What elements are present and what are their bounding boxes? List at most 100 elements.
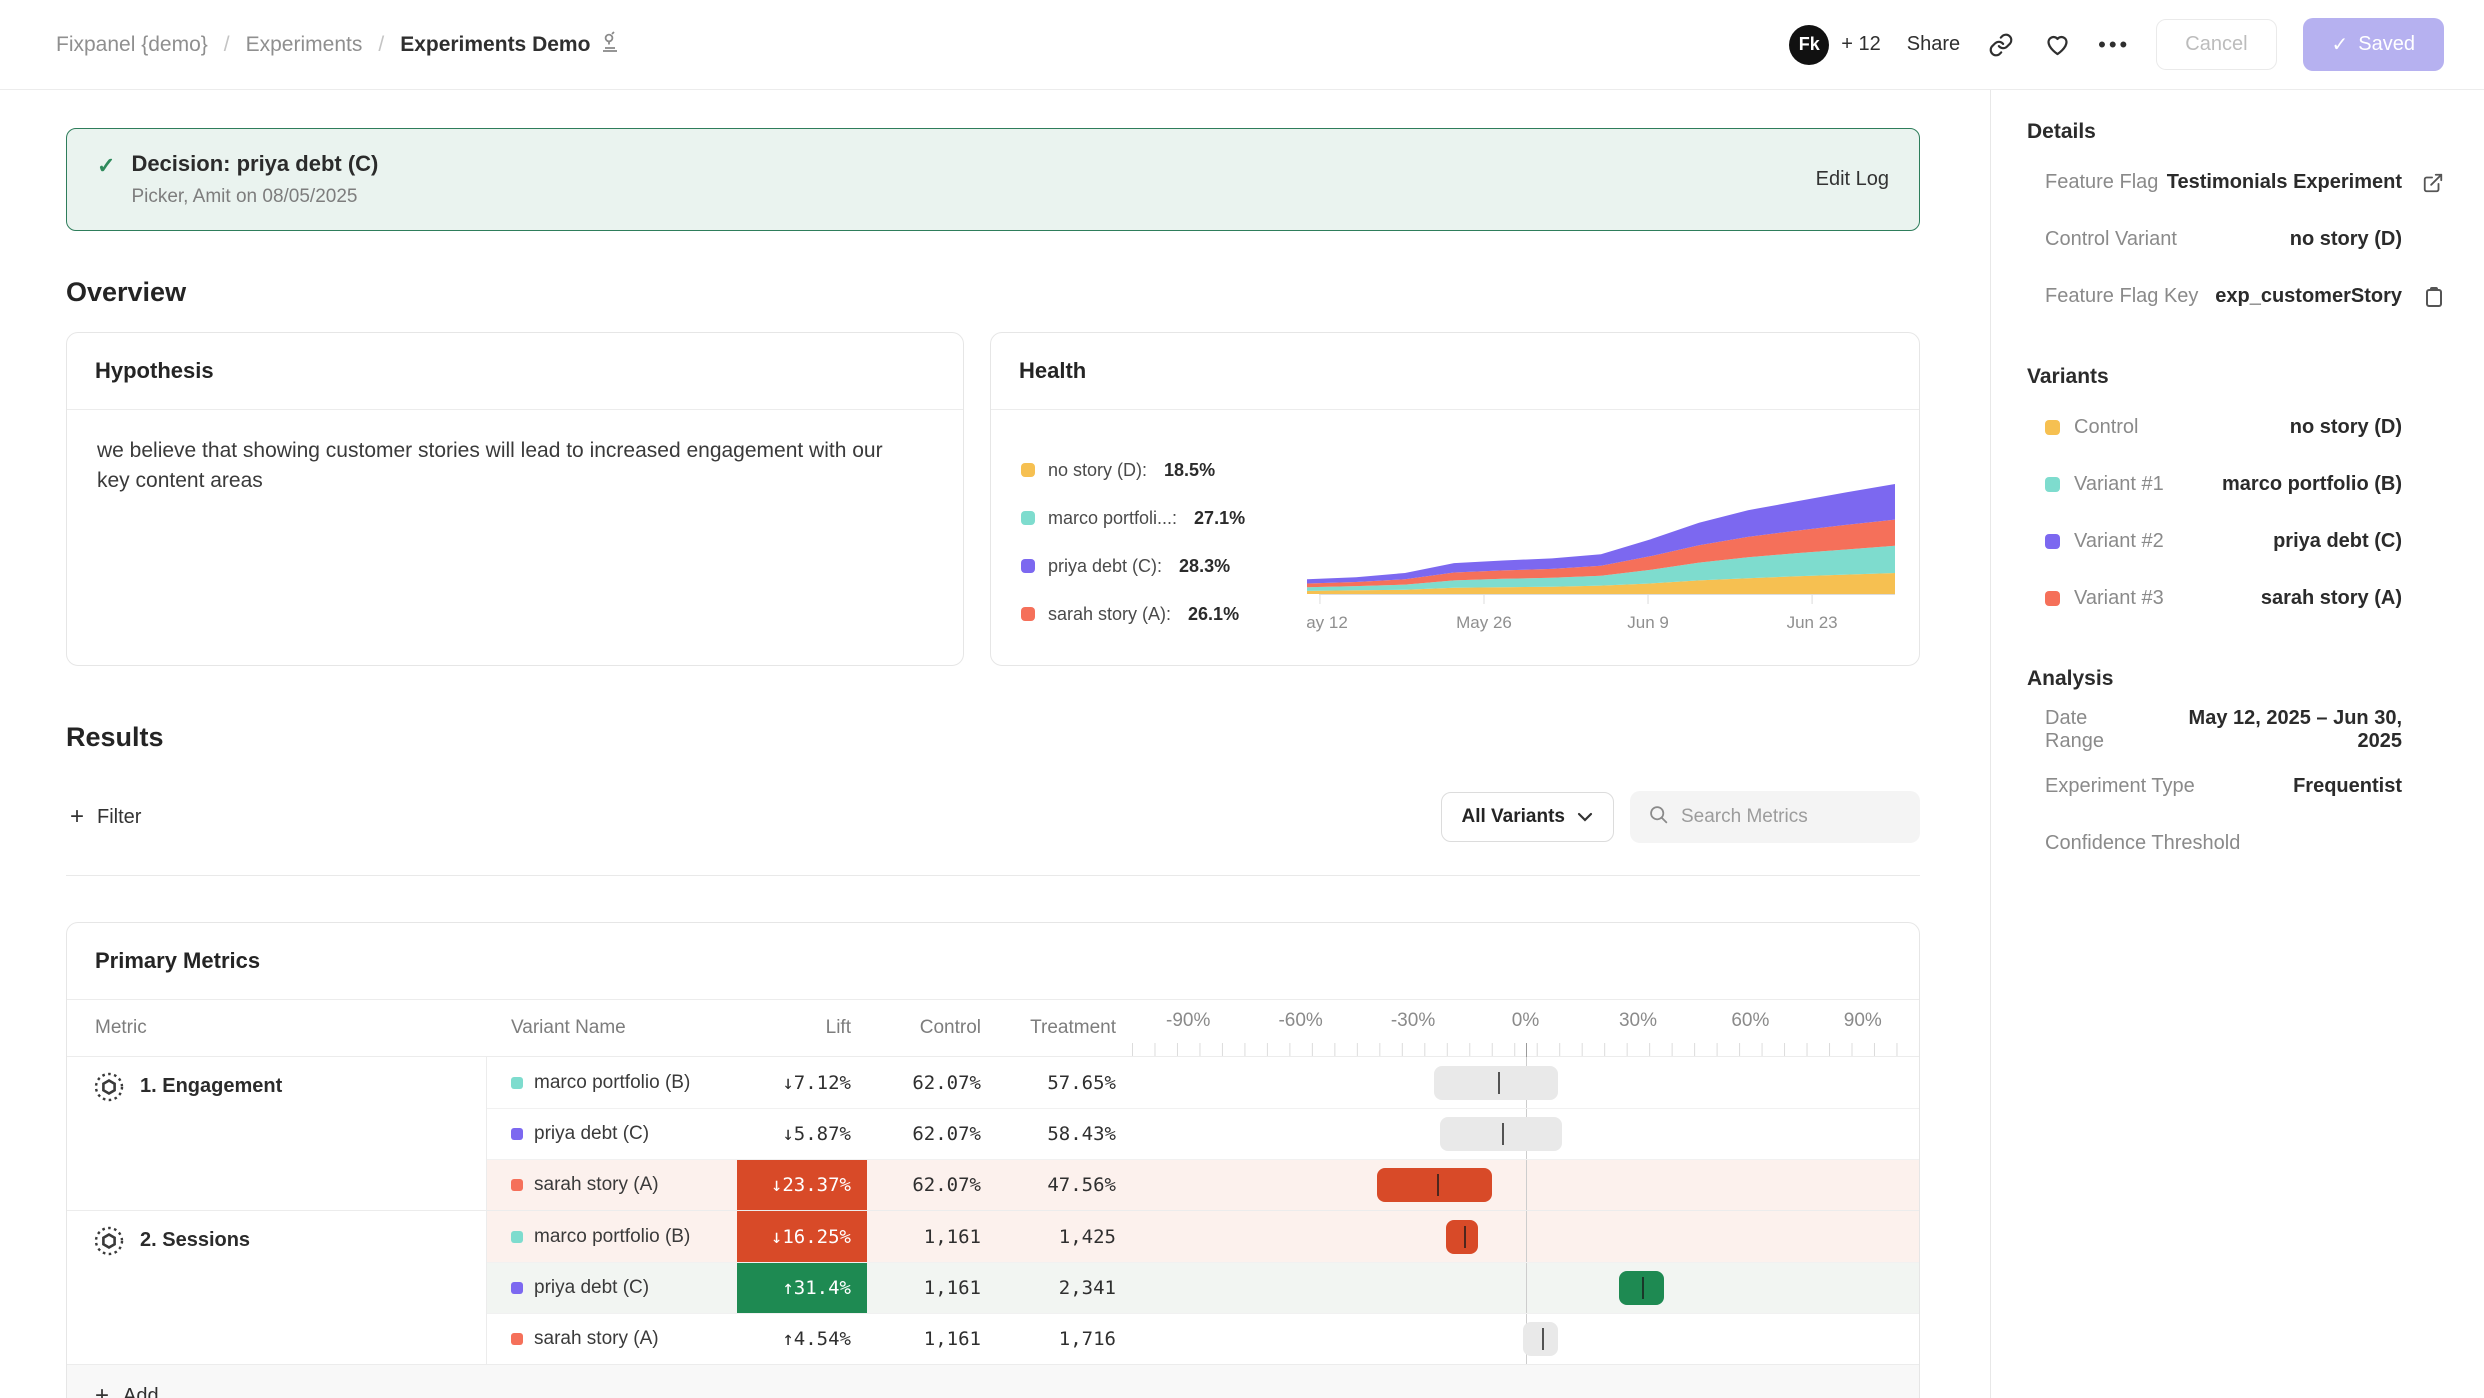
section-divider [66,875,1920,876]
svg-text:May 12: May 12 [1307,613,1348,632]
details-section: Details Feature Flag Testimonials Experi… [2027,120,2444,325]
variant-color-swatch [2045,477,2060,492]
treatment-value: 1,425 [997,1211,1132,1262]
hypothesis-title: Hypothesis [95,358,214,383]
legend-item-control[interactable]: no story (D): 18.5% [1021,446,1307,494]
mean-tick [1642,1277,1644,1299]
top-bar-actions: Fk + 12 Share ••• Cancel ✓ Saved [1789,18,2444,71]
external-link-icon[interactable] [2418,172,2444,194]
treatment-value: 47.56% [997,1160,1132,1210]
analysis-section: Analysis Date Range May 12, 2025 – Jun 3… [2027,667,2444,872]
mean-tick [1542,1328,1544,1350]
decision-check-icon: ✓ [97,153,115,179]
detail-row-control-variant: Control Variant no story (D) [2027,211,2444,268]
search-icon [1648,804,1669,830]
saved-button[interactable]: ✓ Saved [2303,18,2444,71]
top-bar: Fixpanel {demo} / Experiments / Experime… [0,0,2484,90]
right-sidebar: Details Feature Flag Testimonials Experi… [1990,90,2484,1398]
column-control: Control [867,1017,997,1039]
metric-target-icon [93,1071,125,1103]
health-card: Health no story (D): 18.5% marco portf [990,332,1920,666]
analysis-heading: Analysis [2027,667,2444,691]
clipboard-copy-icon[interactable] [2418,286,2444,308]
primary-metrics-title: Primary Metrics [95,948,260,973]
decision-subtitle: Picker, Amit on 08/05/2025 [131,186,378,208]
control-value: 1,161 [867,1263,997,1313]
share-button[interactable]: Share [1907,33,1960,56]
breadcrumb-project[interactable]: Fixpanel {demo} [56,33,208,57]
feature-flag-link[interactable]: Testimonials Experiment [2167,171,2402,194]
svg-text:May 26: May 26 [1456,613,1512,632]
column-variant-name: Variant Name [487,1017,737,1039]
edit-log-button[interactable]: Edit Log [1816,168,1889,191]
avatar[interactable]: Fk [1789,25,1829,65]
add-filter-button[interactable]: + Filter [66,795,145,839]
legend-item-variant2[interactable]: priya debt (C): 28.3% [1021,542,1307,590]
variant-color-swatch [511,1077,523,1089]
variant-row-control: Control no story (D) [2027,399,2444,456]
legend-swatch [1021,559,1035,573]
confidence-interval-bar [1446,1220,1479,1254]
search-metrics-box[interactable] [1630,791,1920,843]
lift-value: ↓5.87% [737,1109,867,1159]
variant-row-1: Variant #1 marco portfolio (B) [2027,456,2444,513]
variant-color-swatch [2045,591,2060,606]
confidence-interval-cell [1132,1211,1919,1262]
analysis-row-date-range: Date Range May 12, 2025 – Jun 30, 2025 [2027,701,2444,758]
metric-row[interactable]: priya debt (C) ↑31.4% 1,161 2,341 [487,1262,1919,1313]
legend-item-variant1[interactable]: marco portfoli...: 27.1% [1021,494,1307,542]
variants-dropdown[interactable]: All Variants [1441,792,1615,842]
copy-link-icon[interactable] [1986,30,2016,60]
confidence-interval-cell [1132,1109,1919,1159]
more-options-button[interactable]: ••• [2098,32,2130,58]
treatment-value: 1,716 [997,1314,1132,1364]
treatment-value: 57.65% [997,1057,1132,1108]
confidence-interval-cell [1132,1314,1919,1364]
health-stacked-area-chart: May 12May 26Jun 9Jun 23 [1307,432,1895,638]
microscope-icon [600,31,620,59]
breadcrumb-experiments[interactable]: Experiments [246,33,363,57]
metric-group-sessions: 2. Sessions marco portfolio (B) ↓16.25% … [67,1210,1919,1364]
hypothesis-text: we believe that showing customer stories… [67,410,947,523]
lift-axis: -90% -60% -30% 0% 30% 60% 90% [1132,1000,1919,1056]
control-value: 62.07% [867,1057,997,1108]
lift-value: ↓16.25% [737,1211,867,1262]
metric-name[interactable]: 2. Sessions [140,1229,250,1252]
confidence-interval-bar [1523,1322,1559,1356]
check-icon: ✓ [2332,32,2349,57]
page-title: Experiments Demo [400,33,590,57]
main-content: ✓ Decision: priya debt (C) Picker, Amit … [0,90,1990,1398]
decision-banner: ✓ Decision: priya debt (C) Picker, Amit … [66,128,1920,231]
results-heading: Results [66,722,1920,753]
breadcrumb-separator: / [378,33,384,57]
control-value: 62.07% [867,1109,997,1159]
mean-tick [1437,1174,1439,1196]
analysis-row-confidence-threshold: Confidence Threshold [2027,815,2444,872]
legend-item-variant3[interactable]: sarah story (A): 26.1% [1021,590,1307,638]
axis-ruler [1132,1043,1919,1056]
metric-row[interactable]: sarah story (A) ↓23.37% 62.07% 47.56% [487,1159,1919,1210]
metric-name[interactable]: 1. Engagement [140,1075,282,1098]
metric-row[interactable]: marco portfolio (B) ↓7.12% 62.07% 57.65% [487,1057,1919,1108]
cancel-button[interactable]: Cancel [2156,19,2276,70]
metric-row[interactable]: marco portfolio (B) ↓16.25% 1,161 1,425 [487,1211,1919,1262]
variant-color-swatch [2045,420,2060,435]
legend-swatch [1021,607,1035,621]
column-metric: Metric [67,1017,487,1039]
control-value: 1,161 [867,1314,997,1364]
breadcrumb-current: Experiments Demo [400,31,620,59]
metric-row[interactable]: sarah story (A) ↑4.54% 1,161 1,716 [487,1313,1919,1364]
lift-value: ↓23.37% [737,1160,867,1210]
add-metric-button[interactable]: + Add [67,1364,1919,1398]
treatment-value: 2,341 [997,1263,1132,1313]
detail-row-feature-flag-key: Feature Flag Key exp_customerStory [2027,268,2444,325]
search-metrics-input[interactable] [1681,806,1902,828]
chevron-down-icon [1577,806,1593,828]
control-value: 62.07% [867,1160,997,1210]
favorite-heart-icon[interactable] [2042,30,2072,60]
confidence-interval-bar [1440,1117,1562,1151]
confidence-interval-bar [1434,1066,1558,1100]
collaborator-count[interactable]: + 12 [1841,33,1880,56]
metric-row[interactable]: priya debt (C) ↓5.87% 62.07% 58.43% [487,1108,1919,1159]
metric-group-engagement: 1. Engagement marco portfolio (B) ↓7.12%… [67,1056,1919,1210]
